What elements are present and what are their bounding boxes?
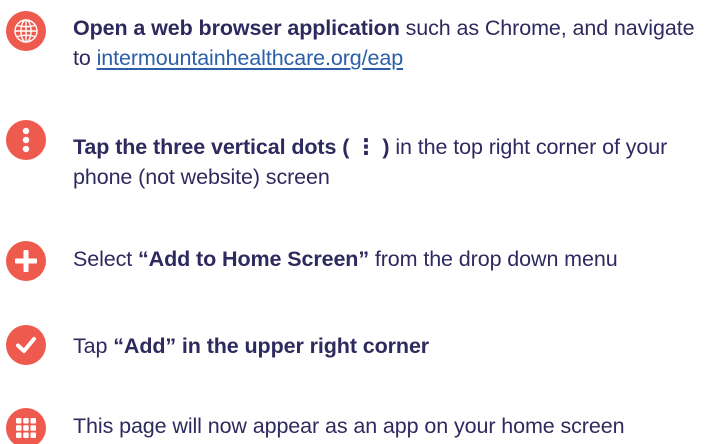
- step-bold-text: “Add” in the upper right corner: [113, 334, 430, 358]
- app-grid-icon: [6, 408, 46, 444]
- step-prefix-text: Tap: [73, 334, 114, 358]
- step-bold-text: Open a web browser application: [73, 16, 400, 40]
- step-plain-text: This page will now appear as an app on y…: [73, 414, 625, 438]
- plus-icon: [6, 241, 46, 281]
- step-text: This page will now appear as an app on y…: [73, 411, 709, 441]
- step-text: Tap the three vertical dots ( ⋮ ) in the…: [73, 132, 709, 192]
- globe-icon: [6, 11, 46, 51]
- step-text: Select “Add to Home Screen” from the dro…: [73, 244, 709, 274]
- checkmark-icon: [6, 325, 46, 365]
- three-vertical-dots-icon: [6, 120, 46, 160]
- step-plain-text: from the drop down menu: [368, 247, 618, 271]
- step-bold-text: Tap the three vertical dots ( ⋮ ): [73, 135, 390, 159]
- step-text: Open a web browser application such as C…: [73, 13, 709, 73]
- step-prefix-text: Select: [73, 247, 139, 271]
- step-bold-text: “Add to Home Screen”: [138, 247, 369, 271]
- step-text: Tap “Add” in the upper right corner: [73, 331, 709, 361]
- eap-link[interactable]: intermountainhealthcare.org/eap: [97, 46, 404, 70]
